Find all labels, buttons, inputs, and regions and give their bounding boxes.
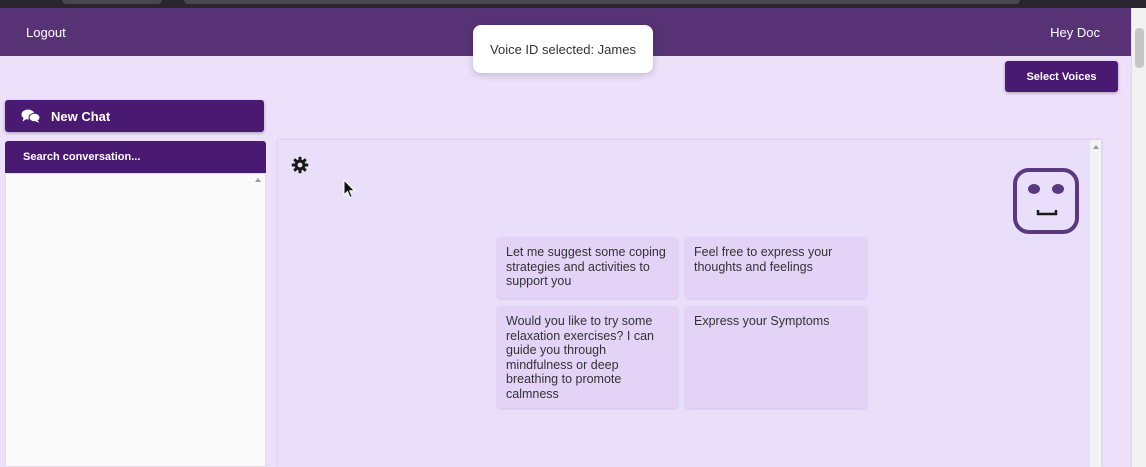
chat-scroll-up-arrow[interactable] (1093, 145, 1099, 149)
gear-icon[interactable] (291, 156, 309, 174)
logout-link[interactable]: Logout (26, 25, 66, 40)
suggestion-card[interactable]: Would you like to try some relaxation ex… (497, 306, 678, 408)
history-scroll-up-arrow[interactable] (255, 178, 261, 182)
browser-tab (62, 0, 162, 4)
page-scrollbar[interactable] (1131, 8, 1146, 467)
toast-message: Voice ID selected: James (490, 41, 636, 57)
chat-scrollbar[interactable] (1090, 140, 1101, 467)
select-voices-button[interactable]: Select Voices (1005, 61, 1118, 92)
suggestion-card[interactable]: Let me suggest some coping strategies an… (497, 237, 678, 298)
user-greeting: Hey Doc (1050, 25, 1100, 40)
new-chat-label: New Chat (51, 108, 111, 124)
suggestion-card[interactable]: Feel free to express your thoughts and f… (685, 237, 867, 298)
browser-chrome (0, 0, 1146, 8)
new-chat-button[interactable]: New Chat (5, 100, 264, 132)
robot-face-icon (1013, 168, 1079, 234)
search-conversation-input[interactable]: Search conversation... (5, 141, 266, 173)
search-placeholder: Search conversation... (23, 151, 141, 163)
browser-address-area (184, 0, 1020, 4)
suggestion-card[interactable]: Express your Symptoms (685, 306, 867, 408)
mouse-cursor-icon (343, 179, 356, 199)
page-scrollbar-thumb[interactable] (1135, 28, 1144, 68)
chat-panel (278, 140, 1101, 467)
conversation-history-list[interactable] (5, 173, 266, 467)
chat-bubbles-icon (21, 109, 41, 123)
voice-selected-toast: Voice ID selected: James (473, 25, 653, 73)
